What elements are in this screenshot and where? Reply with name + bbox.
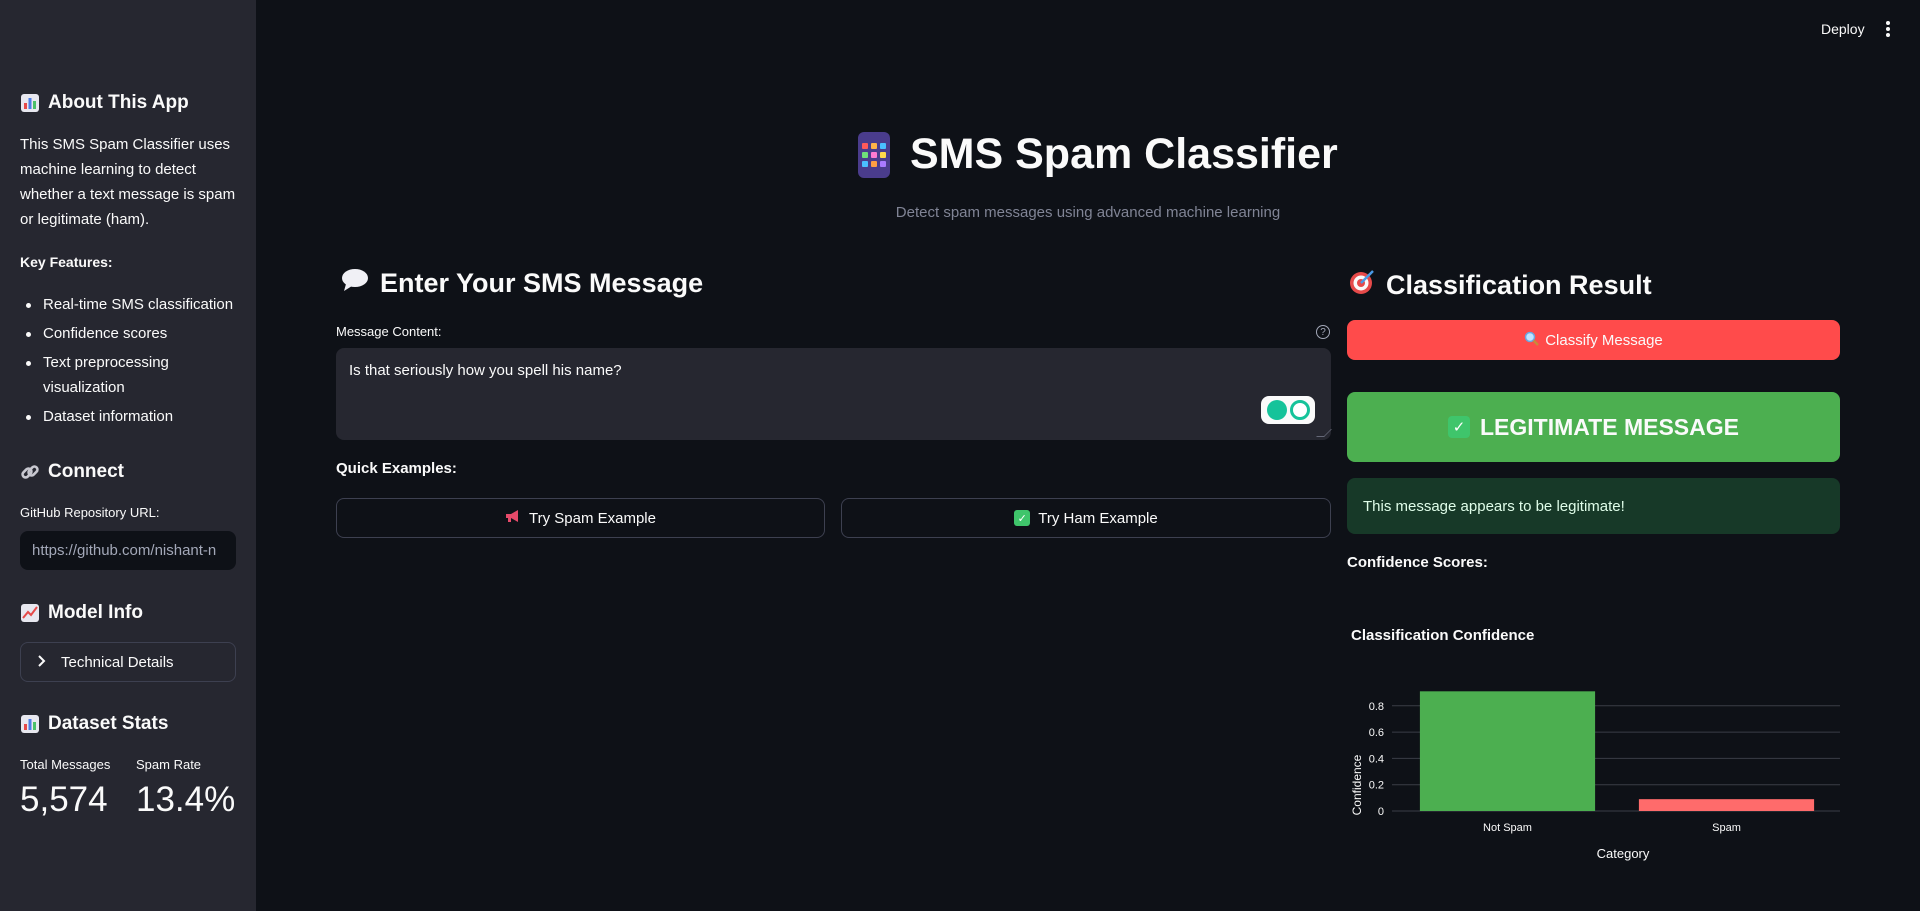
chart-x-axis-label: Category	[1597, 846, 1650, 861]
help-icon[interactable]: ?	[1316, 325, 1330, 339]
try-spam-label: Try Spam Example	[529, 509, 656, 527]
speech-bubble-icon	[340, 268, 370, 299]
chart-title: Classification Confidence	[1351, 627, 1534, 644]
megaphone-icon	[505, 509, 521, 527]
list-item: Confidence scores	[20, 321, 238, 346]
trend-chart-icon	[20, 603, 40, 623]
deploy-button[interactable]: Deploy	[1821, 21, 1865, 37]
bar-chart-icon	[20, 714, 40, 734]
technical-details-expander[interactable]: Technical Details	[20, 642, 236, 682]
metric-value-spam-rate: 13.4%	[136, 780, 236, 819]
metric-value-total: 5,574	[20, 780, 108, 819]
list-item: Real-time SMS classification	[20, 292, 238, 317]
mobile-phone-icon	[858, 131, 890, 178]
bar-chart-icon	[20, 93, 40, 113]
try-ham-label: Try Ham Example	[1038, 509, 1158, 527]
confidence-chart: Classification Confidence 0 0.2 0.4 0.6 0.8 …	[1347, 610, 1840, 870]
connect-heading: Connect	[20, 461, 124, 483]
main-menu-icon[interactable]	[1882, 21, 1894, 39]
target-icon	[1348, 268, 1376, 303]
model-info-title: Model Info	[48, 602, 143, 623]
chart-x-tick-label: Spam	[1712, 822, 1741, 834]
page-subtitle: Detect spam messages using advanced mach…	[895, 204, 1281, 221]
github-url-input[interactable]: https://github.com/nishant-n	[20, 531, 236, 570]
grammarly-suggest-icon[interactable]	[1266, 400, 1287, 420]
chart-y-tick-label: 0	[1378, 806, 1384, 818]
message-content-label: Message Content:	[336, 324, 442, 339]
chart-bar-spam[interactable]	[1638, 799, 1815, 811]
list-item: Text preprocessing visualization	[20, 350, 238, 400]
result-label: LEGITIMATE MESSAGE	[1480, 413, 1739, 440]
classify-message-button[interactable]: Classify Message	[1347, 320, 1840, 360]
model-info-heading: Model Info	[20, 602, 143, 624]
try-ham-example-button[interactable]: ✓ Try Ham Example	[841, 498, 1331, 538]
result-section-title: Classification Result	[1386, 270, 1652, 300]
result-banner: ✓ LEGITIMATE MESSAGE	[1347, 392, 1840, 462]
confidence-scores-label: Confidence Scores:	[1347, 554, 1488, 571]
list-item: Dataset information	[20, 404, 238, 429]
resize-handle[interactable]	[1316, 429, 1332, 437]
check-icon: ✓	[1448, 416, 1470, 438]
confidence-chart-svg: Classification Confidence 00.20.40.60.8 …	[1350, 627, 1840, 861]
key-features-label: Key Features:	[20, 254, 113, 270]
grammarly-logo-icon[interactable]	[1289, 400, 1310, 420]
dataset-stats-heading: Dataset Stats	[20, 713, 168, 735]
page-title: SMS Spam Classifier	[910, 130, 1338, 178]
success-alert: This message appears to be legitimate!	[1347, 478, 1840, 534]
technical-details-label: Technical Details	[61, 653, 174, 671]
page-title-row: SMS Spam Classifier	[858, 130, 1338, 179]
connect-title: Connect	[48, 461, 124, 482]
chart-y-tick-label: 0.2	[1369, 780, 1384, 792]
chart-x-tick-label: Not Spam	[1483, 822, 1532, 834]
message-text: Is that seriously how you spell his name…	[349, 362, 622, 379]
dataset-stats-title: Dataset Stats	[48, 713, 169, 734]
metric-label-spam-rate: Spam Rate	[136, 757, 202, 772]
message-input[interactable]: Is that seriously how you spell his name…	[336, 348, 1332, 440]
magnifier-icon	[1524, 331, 1540, 350]
chart-bar-not-spam[interactable]	[1419, 691, 1596, 811]
classify-label: Classify Message	[1545, 331, 1663, 349]
input-section-title: Enter Your SMS Message	[380, 268, 704, 298]
chevron-right-icon	[37, 654, 47, 671]
metric-label-total: Total Messages	[20, 757, 111, 772]
chart-y-axis-label: Confidence	[1350, 754, 1364, 815]
chart-y-tick-label: 0.4	[1369, 753, 1384, 765]
chart-y-tick-label: 0.8	[1369, 701, 1384, 713]
input-section-heading: Enter Your SMS Message	[340, 268, 703, 299]
check-icon: ✓	[1014, 510, 1031, 526]
sidebar: About This App This SMS Spam Classifier …	[0, 0, 256, 911]
about-title: About This App	[48, 92, 189, 113]
grammarly-widget[interactable]	[1261, 396, 1315, 424]
success-message: This message appears to be legitimate!	[1363, 497, 1625, 515]
about-heading: About This App	[20, 92, 189, 114]
chart-y-tick-label: 0.6	[1369, 727, 1384, 739]
result-section-heading: Classification Result	[1348, 268, 1652, 303]
link-icon	[20, 462, 40, 482]
features-list: Real-time SMS classification Confidence …	[20, 292, 238, 433]
github-label: GitHub Repository URL:	[20, 505, 160, 520]
quick-examples-label: Quick Examples:	[336, 460, 457, 477]
try-spam-example-button[interactable]: Try Spam Example	[336, 498, 825, 538]
